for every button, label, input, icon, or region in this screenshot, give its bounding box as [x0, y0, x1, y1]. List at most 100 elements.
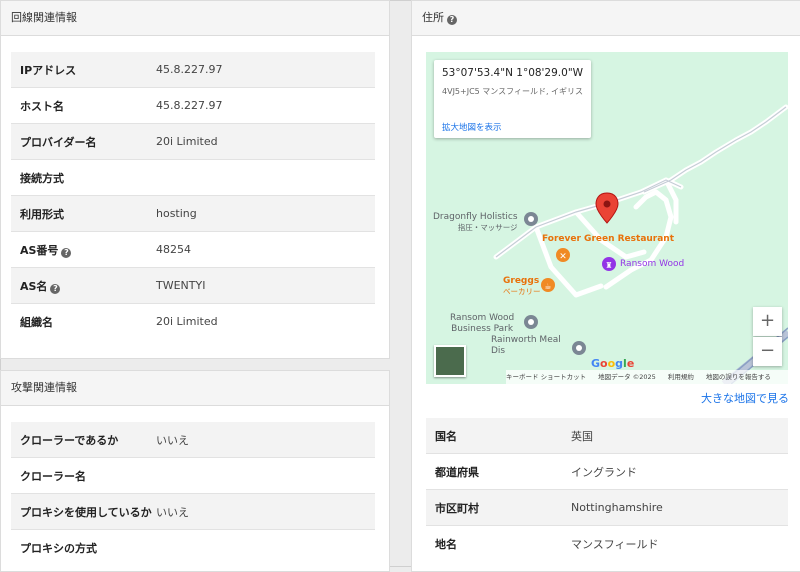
attack-info-row-key: プロキシを使用しているか — [11, 493, 156, 530]
address-info-key-text: 地名 — [435, 537, 457, 551]
business-park-name-2: Business Park — [451, 324, 514, 334]
line-info-header: 回線関連情報 — [1, 1, 389, 36]
big-map-link[interactable]: 大きな地図で見る — [701, 390, 789, 406]
enlarge-map-link[interactable]: 拡大地図を表示 — [442, 121, 502, 133]
attack-info-row: プロキシを使用しているか いいえ — [11, 493, 375, 530]
attack-info-row-value — [156, 457, 375, 494]
address-info-table: 国名 英国 都道府県 イングランド 市区町村 Nottinghamshire 地名 マンスフィ… — [426, 418, 788, 561]
map-address: 4VJ5+JC5 マンスフィールド, イギリス — [442, 87, 584, 96]
line-info-row-key: IPアドレス — [11, 52, 156, 88]
terms-link[interactable]: 利用規約 — [668, 373, 694, 381]
line-info-key-text: AS番号 — [20, 243, 59, 257]
attack-info-row-key: クローラー名 — [11, 457, 156, 494]
line-info-row-value: 20i Limited — [156, 303, 375, 339]
line-info-row: プロバイダー名 20i Limited — [11, 123, 375, 160]
greggs-name: Greggs — [503, 276, 540, 286]
report-error-link[interactable]: 地図の誤りを報告する — [706, 373, 771, 381]
line-info-row-value: 45.8.227.97 — [156, 87, 375, 124]
keyboard-shortcuts-link[interactable]: キーボード ショートカット — [506, 373, 586, 381]
map-coordinates: 53°07'53.4"N 1°08'29.0"W — [442, 67, 584, 79]
line-info-row: 利用形式 hosting — [11, 195, 375, 232]
attack-info-key-text: クローラー名 — [20, 469, 86, 483]
zoom-out-button[interactable]: − — [753, 337, 782, 366]
line-info-row-value: 20i Limited — [156, 123, 375, 160]
address-header: 住所? — [412, 1, 800, 36]
satellite-toggle-thumbnail[interactable] — [434, 345, 466, 377]
attack-info-row: クローラーであるか いいえ — [11, 422, 375, 458]
attack-info-row-key: クローラーであるか — [11, 422, 156, 458]
line-info-row: AS番号? 48254 — [11, 231, 375, 268]
address-help-icon[interactable]: ? — [447, 15, 457, 25]
address-info-row-key: 地名 — [426, 525, 571, 561]
address-info-row-key: 国名 — [426, 418, 571, 454]
line-info-key-text: 利用形式 — [20, 207, 64, 221]
address-info-row-key: 市区町村 — [426, 489, 571, 526]
rainworth-name-2: Dis — [491, 346, 506, 356]
attack-info-row-value: いいえ — [156, 493, 375, 530]
line-info-table: IPアドレス 45.8.227.97 ホスト名 45.8.227.97 プロバイダー名 2… — [11, 52, 375, 339]
help-icon[interactable]: ? — [50, 283, 61, 294]
map-info-card: 53°07'53.4"N 1°08'29.0"W 4VJ5+JC5 マンスフィー… — [434, 60, 591, 138]
line-info-row-value: hosting — [156, 195, 375, 232]
line-info-row-key: ホスト名 — [11, 87, 156, 124]
line-info-row-value — [156, 159, 375, 196]
line-info-row-key: AS名? — [11, 267, 156, 304]
attack-info-row-value: いいえ — [156, 422, 375, 458]
rainworth-label[interactable]: Rainworth Meal Dis — [491, 335, 561, 357]
address-info-key-text: 都道府県 — [435, 465, 479, 479]
line-info-row-value: TWENTYI — [156, 267, 375, 304]
forever-green-label[interactable]: Forever Green Restaurant — [542, 234, 674, 244]
line-info-row-key: 組織名 — [11, 303, 156, 339]
svg-text:✕: ✕ — [559, 252, 567, 262]
map-footer: キーボード ショートカット 地図データ ©2025 利用規約 地図の誤りを報告す… — [506, 370, 788, 384]
attack-info-row: プロキシの方式 — [11, 529, 375, 565]
line-info-row-key: AS番号? — [11, 231, 156, 268]
address-title: 住所 — [422, 11, 444, 24]
zoom-in-button[interactable]: + — [753, 307, 782, 336]
dragonfly-name: Dragonfly Holistics — [433, 212, 518, 222]
attack-info-header: 攻撃関連情報 — [1, 371, 389, 406]
attack-info-key-text: プロキシの方式 — [20, 541, 97, 555]
line-info-key-text: 組織名 — [20, 315, 53, 329]
help-icon[interactable]: ? — [61, 247, 72, 258]
address-info-row-key: 都道府県 — [426, 453, 571, 490]
rainworth-name-1: Rainworth Meal — [491, 335, 561, 345]
address-info-row: 地名 マンスフィールド — [426, 525, 788, 561]
attack-info-key-text: プロキシを使用しているか — [20, 505, 152, 519]
address-info-row-value: Nottinghamshire — [571, 489, 788, 526]
line-info-row-value: 45.8.227.97 — [156, 52, 375, 88]
address-info-key-text: 市区町村 — [435, 501, 479, 515]
ransom-wood-label[interactable]: Ransom Wood — [620, 259, 684, 269]
attack-info-key-text: クローラーであるか — [20, 433, 119, 447]
attack-info-row: クローラー名 — [11, 457, 375, 494]
marker-pin-icon[interactable] — [595, 192, 619, 224]
address-info-key-text: 国名 — [435, 429, 457, 443]
business-park-label[interactable]: Ransom Wood Business Park — [450, 313, 514, 335]
address-info-row-value: イングランド — [571, 453, 788, 490]
line-info-row-key: プロバイダー名 — [11, 123, 156, 160]
address-info-row: 都道府県 イングランド — [426, 453, 788, 490]
line-info-row-key: 利用形式 — [11, 195, 156, 232]
google-logo: Google — [591, 357, 635, 370]
attack-info-row-value — [156, 529, 375, 565]
greggs-label[interactable]: Greggs ベーカリー — [503, 276, 541, 297]
svg-text:☕: ☕ — [544, 282, 551, 291]
dragonfly-category: 指圧・マッサージ — [457, 223, 518, 232]
line-info-key-text: 接続方式 — [20, 171, 64, 185]
greggs-category: ベーカリー — [503, 287, 541, 296]
attack-info-panel: 攻撃関連情報 クローラーであるか いいえ クローラー名 プロキシを使用しているか いいえ… — [0, 370, 390, 572]
line-info-row-key: 接続方式 — [11, 159, 156, 196]
map-view[interactable]: ✕ ♜ ☕ 53°07'53.4"N 1°08'29.0"W 4VJ5+JC5 … — [426, 52, 788, 384]
line-info-key-text: プロバイダー名 — [20, 135, 97, 149]
map-data-attribution: 地図データ ©2025 — [598, 373, 656, 381]
line-info-key-text: ホスト名 — [20, 99, 64, 113]
line-info-row-value: 48254 — [156, 231, 375, 268]
line-info-panel: 回線関連情報 IPアドレス 45.8.227.97 ホスト名 45.8.227.97 プ… — [0, 0, 390, 359]
attack-info-table: クローラーであるか いいえ クローラー名 プロキシを使用しているか いいえ プロキシの方式 — [11, 422, 375, 565]
line-info-row: ホスト名 45.8.227.97 — [11, 87, 375, 124]
line-info-row: AS名? TWENTYI — [11, 267, 375, 304]
svg-text:♜: ♜ — [605, 261, 612, 270]
dragonfly-label[interactable]: Dragonfly Holistics 指圧・マッサージ — [433, 212, 518, 233]
line-info-row: 組織名 20i Limited — [11, 303, 375, 339]
attack-info-row-key: プロキシの方式 — [11, 529, 156, 565]
